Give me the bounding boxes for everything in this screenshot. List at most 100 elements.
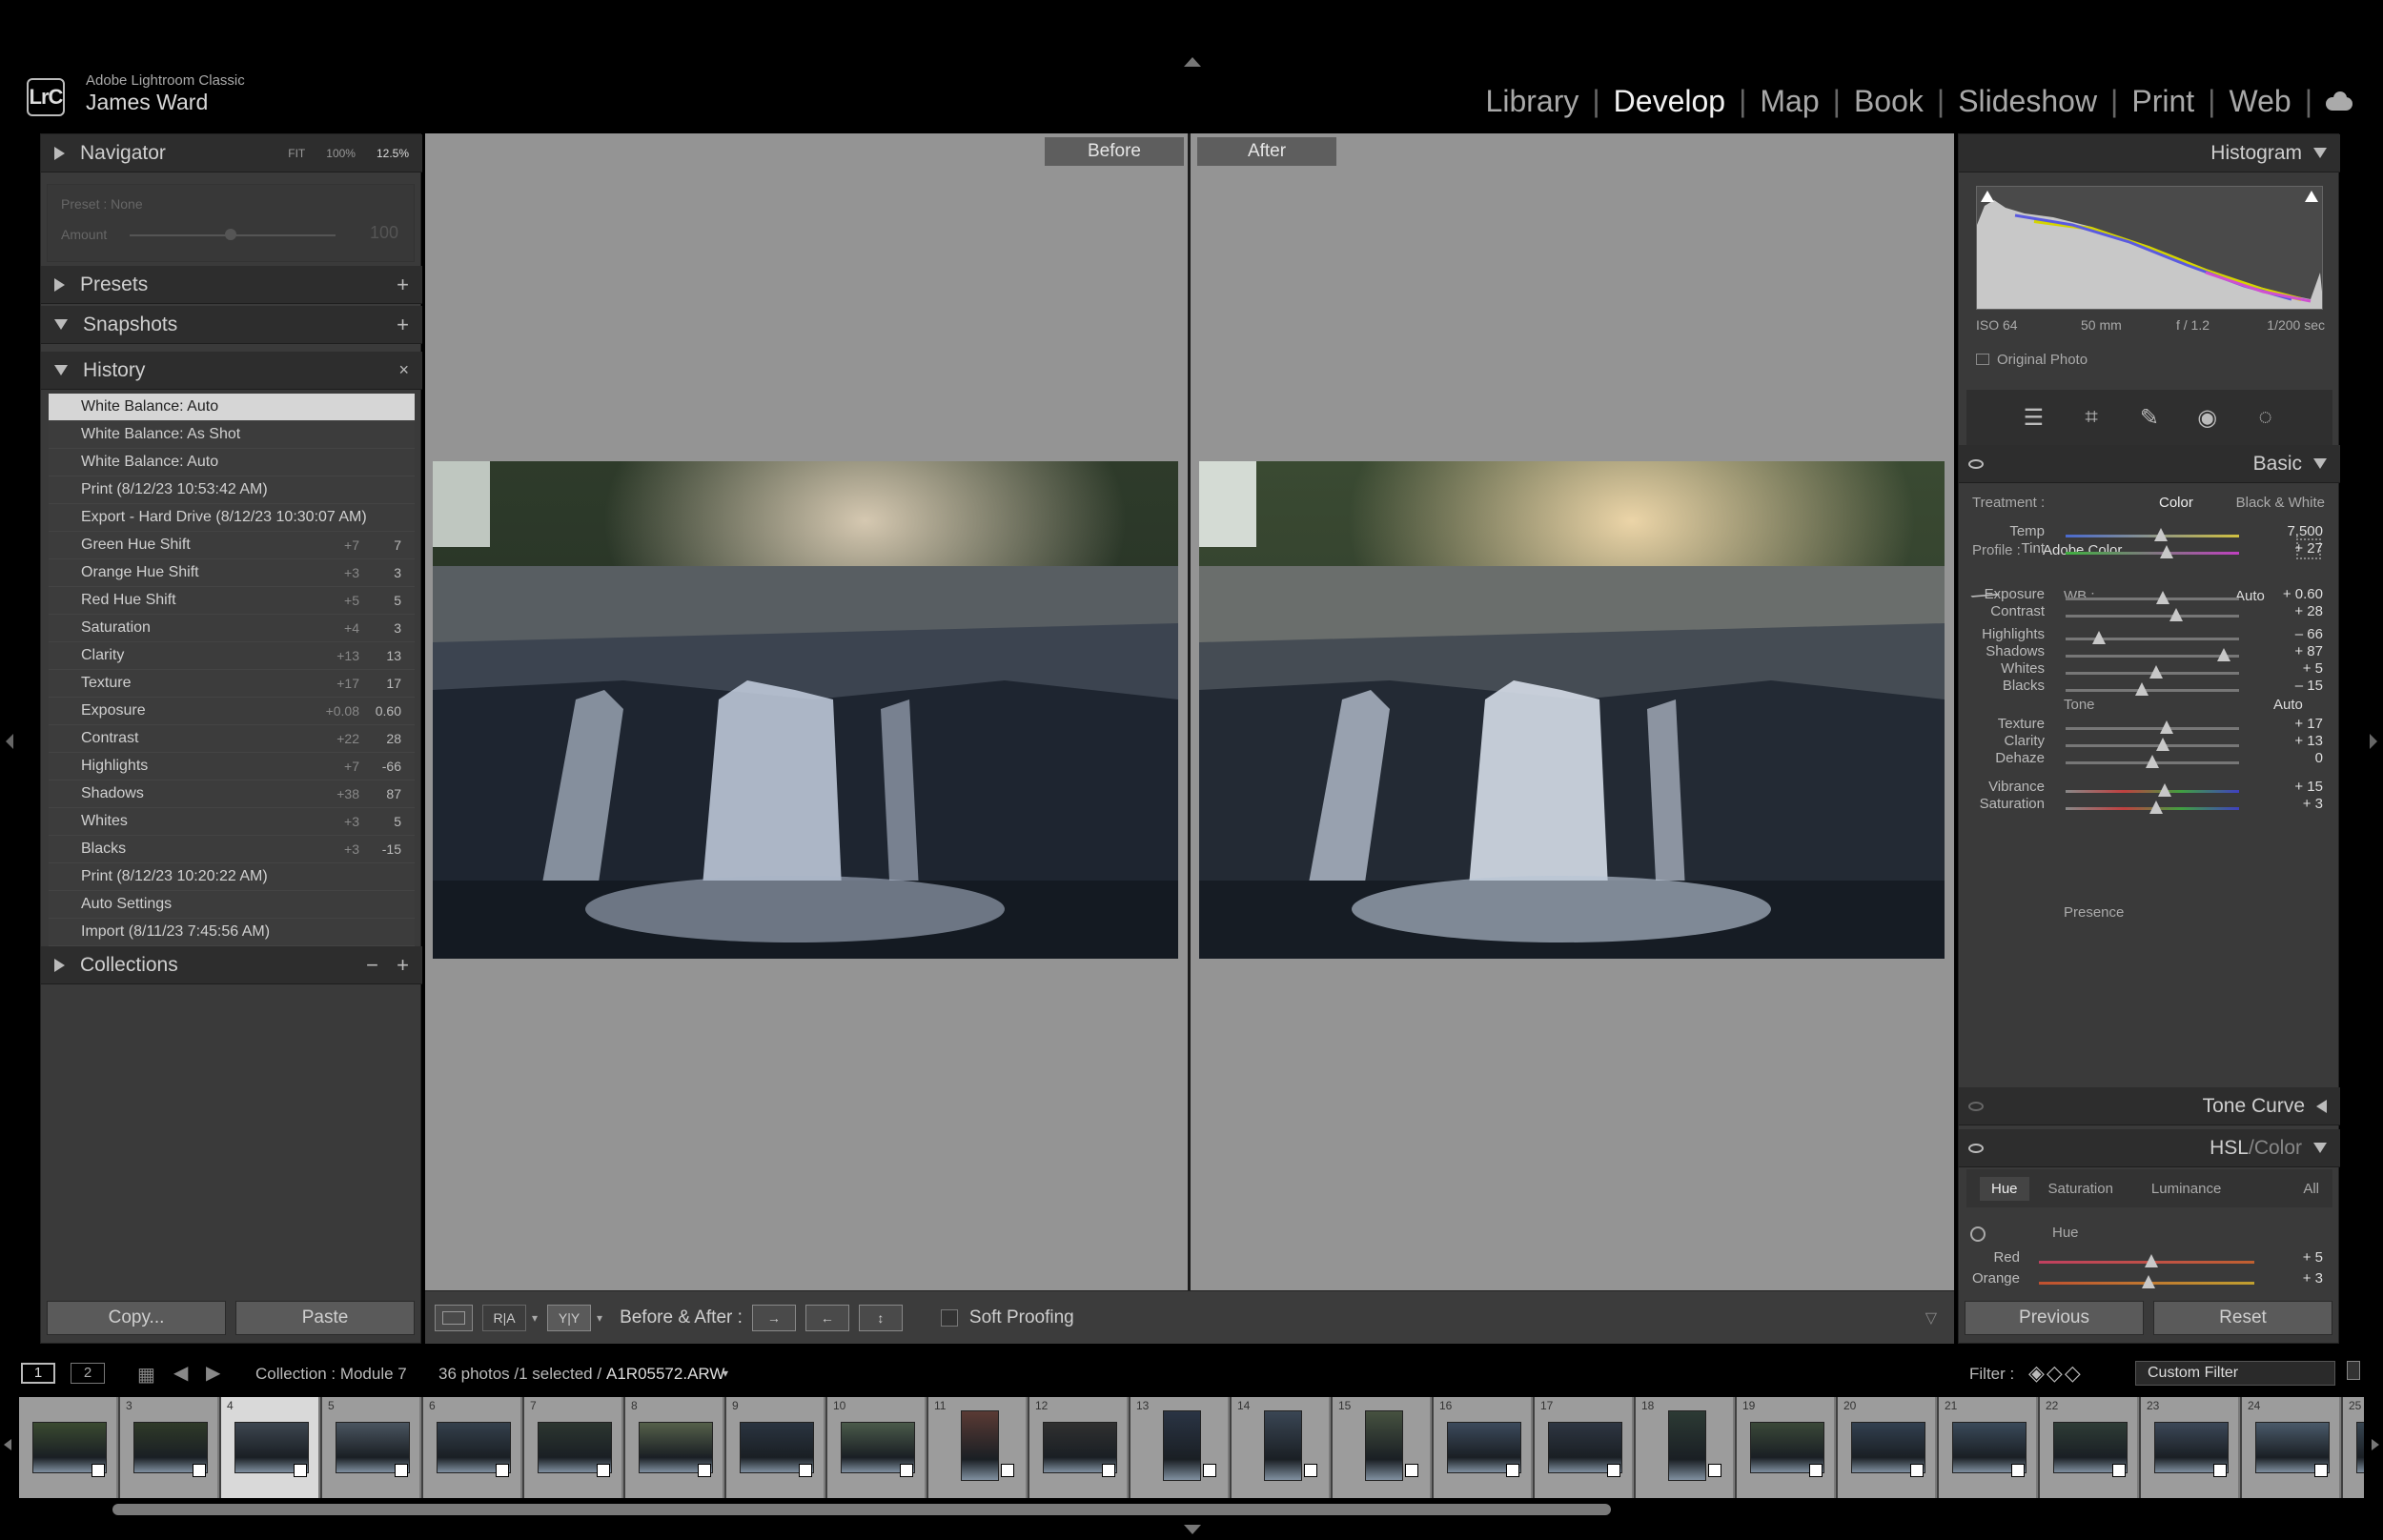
filmstrip-thumbnail[interactable]: 22: [2040, 1397, 2139, 1498]
filmstrip-thumbnail[interactable]: 3: [120, 1397, 219, 1498]
left-panel-toggle-icon[interactable]: [6, 734, 13, 749]
slider-tint[interactable]: Tint + 27: [1959, 540, 2340, 565]
snapshots-header[interactable]: Snapshots +: [41, 306, 422, 344]
amount-knob[interactable]: [225, 229, 236, 240]
filmstrip-thumbnail[interactable]: 17: [1535, 1397, 1634, 1498]
highlight-clipping-icon[interactable]: [2305, 191, 2318, 202]
slider-knob[interactable]: [2155, 738, 2169, 751]
filmstrip-thumbnail[interactable]: 21: [1939, 1397, 2038, 1498]
filmstrip-thumbnail[interactable]: 11: [928, 1397, 1028, 1498]
grid-view-icon[interactable]: ▦: [137, 1363, 155, 1387]
slider-value[interactable]: + 28: [2294, 603, 2323, 619]
history-step[interactable]: Blacks +3 -15: [49, 836, 415, 863]
dropdown-arrow-icon[interactable]: ▾: [532, 1311, 538, 1325]
collections-header[interactable]: Collections − +: [41, 946, 422, 984]
red-eye-icon[interactable]: ◉: [2194, 404, 2221, 431]
slider-value[interactable]: – 15: [2295, 678, 2323, 694]
slider-track[interactable]: [2066, 727, 2239, 730]
slider-knob[interactable]: [2159, 545, 2173, 558]
dropdown-arrow-icon[interactable]: ▾: [597, 1311, 602, 1325]
slider-knob[interactable]: [2154, 528, 2169, 541]
slider-saturation[interactable]: Saturation + 3: [1959, 796, 2340, 821]
filmstrip-thumbnail[interactable]: 12: [1029, 1397, 1129, 1498]
history-step[interactable]: Exposure +0.08 0.60: [49, 698, 415, 725]
slider-track[interactable]: [2066, 535, 2239, 537]
module-develop[interactable]: Develop: [1600, 84, 1739, 119]
history-step[interactable]: Clarity +13 13: [49, 642, 415, 670]
eye-icon[interactable]: [1968, 1102, 1984, 1111]
slider-value[interactable]: + 15: [2294, 779, 2323, 795]
history-step[interactable]: Whites +3 5: [49, 808, 415, 836]
view-before-after-lr-button[interactable]: R|A: [482, 1304, 526, 1331]
slider-track[interactable]: [2066, 744, 2239, 747]
add-snapshot-button[interactable]: +: [397, 313, 409, 337]
filmstrip-thumbnail[interactable]: 24: [2242, 1397, 2341, 1498]
slider-knob[interactable]: [2155, 591, 2169, 604]
filename-dropdown-icon[interactable]: ▾: [723, 1367, 728, 1380]
tab-all[interactable]: All: [2303, 1181, 2319, 1197]
collapse-bottom-arrow-icon[interactable]: [1184, 1525, 1201, 1534]
paste-button[interactable]: Paste: [235, 1301, 415, 1335]
module-web[interactable]: Web: [2215, 84, 2304, 119]
remove-collection-button[interactable]: −: [366, 953, 378, 978]
slider-knob[interactable]: [2169, 608, 2184, 621]
right-panel-toggle-icon[interactable]: [2370, 734, 2377, 749]
filmstrip-thumbnail[interactable]: 10: [827, 1397, 927, 1498]
history-step[interactable]: Green Hue Shift +7 7: [49, 532, 415, 559]
slider-knob[interactable]: [2091, 631, 2106, 644]
flag-filter-icon[interactable]: ◈◇◇: [2028, 1361, 2083, 1386]
nav-100[interactable]: 100%: [326, 147, 356, 160]
slider-track[interactable]: [2066, 615, 2239, 618]
filmstrip-thumbnail[interactable]: 13: [1130, 1397, 1230, 1498]
view-before-after-tb-button[interactable]: Y|Y: [547, 1304, 592, 1331]
slider-track[interactable]: [2066, 655, 2239, 658]
toolbar-menu-chevron-icon[interactable]: ▽: [1925, 1308, 1937, 1327]
history-step[interactable]: Print (8/12/23 10:20:22 AM): [49, 863, 415, 891]
slider-value[interactable]: + 0.60: [2283, 586, 2323, 602]
copy-before-to-after-button[interactable]: →: [751, 1304, 796, 1331]
nav-zoom[interactable]: 12.5%: [377, 147, 409, 160]
filmstrip-left-arrow-icon[interactable]: [4, 1439, 11, 1450]
history-step[interactable]: Orange Hue Shift +3 3: [49, 559, 415, 587]
filmstrip-thumbnail[interactable]: 6: [423, 1397, 522, 1498]
slider-value[interactable]: + 5: [2303, 1249, 2323, 1266]
loupe-view-button[interactable]: [435, 1304, 473, 1331]
history-step[interactable]: Red Hue Shift +5 5: [49, 587, 415, 615]
slider-track[interactable]: [2066, 552, 2239, 555]
eye-icon[interactable]: [1968, 1144, 1984, 1153]
shadow-clipping-icon[interactable]: [1981, 191, 1994, 202]
filmstrip-thumbnail[interactable]: 5: [322, 1397, 421, 1498]
slider-track[interactable]: [2066, 790, 2239, 793]
treatment-bw-button[interactable]: Black & White: [2236, 495, 2325, 511]
filter-lock-icon[interactable]: [2347, 1361, 2360, 1380]
back-arrow-icon[interactable]: ◀: [173, 1361, 188, 1385]
before-photo[interactable]: [433, 461, 1178, 959]
slider-knob[interactable]: [2157, 783, 2171, 797]
history-step[interactable]: Print (8/12/23 10:53:42 AM): [49, 476, 415, 504]
filmstrip-thumbnail[interactable]: 19: [1737, 1397, 1836, 1498]
eye-icon[interactable]: [1968, 459, 1984, 469]
navigator-header[interactable]: Navigator FIT 100% 12.5%: [41, 134, 422, 172]
module-slideshow[interactable]: Slideshow: [1945, 84, 2110, 119]
histogram[interactable]: [1976, 186, 2323, 310]
history-step[interactable]: Contrast +22 28: [49, 725, 415, 753]
treatment-color-button[interactable]: Color: [2159, 495, 2193, 511]
tab-saturation[interactable]: Saturation: [2048, 1181, 2113, 1197]
module-map[interactable]: Map: [1746, 84, 1832, 119]
clear-history-button[interactable]: ×: [398, 360, 409, 380]
masking-icon[interactable]: ◌: [2252, 404, 2279, 431]
swap-before-after-button[interactable]: ↕: [858, 1304, 903, 1331]
slider-knob[interactable]: [2149, 800, 2163, 814]
filmstrip-scrollbar[interactable]: [112, 1504, 1611, 1515]
slider-value[interactable]: + 3: [2303, 1270, 2323, 1287]
cloud-sync-icon[interactable]: [2322, 91, 2354, 112]
copy-after-to-before-button[interactable]: ←: [805, 1304, 849, 1331]
filmstrip-thumbnail[interactable]: 7: [524, 1397, 623, 1498]
edit-sliders-icon[interactable]: ☰: [2020, 404, 2047, 431]
slider-value[interactable]: + 27: [2294, 540, 2323, 557]
filmstrip-thumbnail[interactable]: 23: [2141, 1397, 2240, 1498]
hsl-header[interactable]: HSL / Color: [1959, 1129, 2340, 1167]
reset-button[interactable]: Reset: [2153, 1301, 2332, 1335]
selected-filename[interactable]: A1R05572.ARW: [606, 1365, 724, 1384]
slider-value[interactable]: 0: [2315, 750, 2323, 766]
